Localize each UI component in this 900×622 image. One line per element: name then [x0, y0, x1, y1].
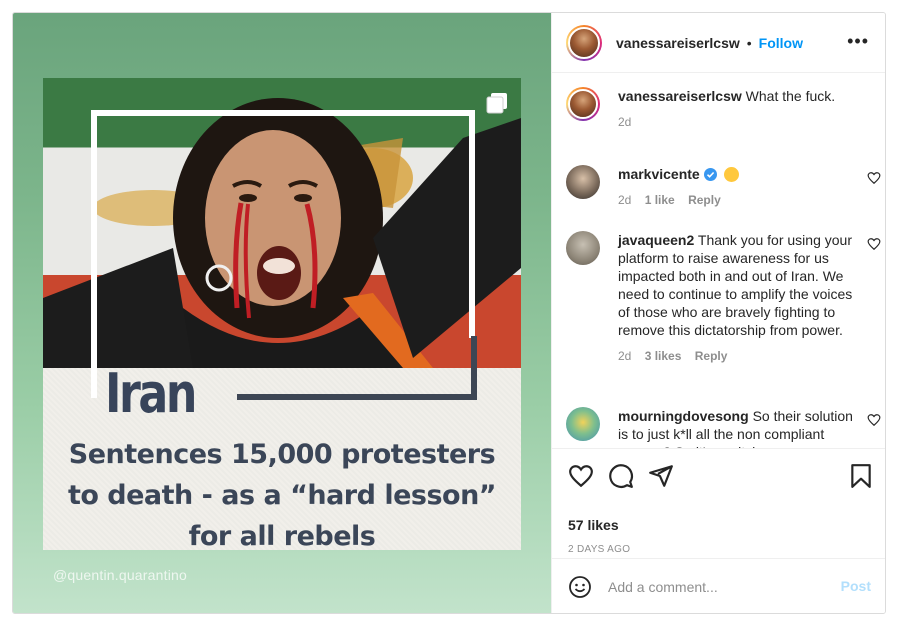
- post-modal: Iran Sentences 15,000 protesters to deat…: [12, 12, 886, 614]
- heart-icon[interactable]: [867, 171, 881, 185]
- follow-button[interactable]: Follow: [759, 35, 803, 51]
- comment-icon[interactable]: [608, 463, 634, 489]
- post-button[interactable]: Post: [841, 578, 871, 594]
- post-image: Iran Sentences 15,000 protesters to deat…: [43, 78, 521, 550]
- separator-dot: •: [746, 34, 752, 51]
- comment-likes[interactable]: 1 like: [645, 193, 675, 207]
- verified-icon: [703, 168, 717, 181]
- post-headline: Sentences 15,000 protesters to death - a…: [43, 434, 521, 550]
- white-frame-right: [469, 110, 475, 338]
- add-comment-bar: Post: [552, 558, 885, 613]
- post-actions: 57 likes 2 DAYS AGO: [552, 448, 885, 558]
- headline-line: to death - as a “hard lesson”: [67, 480, 497, 511]
- avatar[interactable]: [566, 24, 602, 61]
- avatar[interactable]: [566, 87, 600, 121]
- bookmark-icon[interactable]: [848, 463, 874, 489]
- avatar[interactable]: [566, 407, 600, 441]
- headline-tag: Iran: [105, 362, 197, 425]
- emoji-icon: [723, 167, 739, 182]
- heart-icon[interactable]: [867, 413, 881, 427]
- more-icon[interactable]: •••: [847, 32, 869, 50]
- post-timestamp[interactable]: 2 DAYS AGO: [568, 544, 630, 555]
- emoji-icon[interactable]: [568, 575, 592, 599]
- share-icon[interactable]: [648, 463, 674, 489]
- comment-time[interactable]: 2d: [618, 193, 631, 207]
- comment-username[interactable]: mourningdovesong: [618, 408, 749, 424]
- post-header: vanessareiserlcsw • Follow •••: [552, 13, 885, 73]
- comment-likes[interactable]: 3 likes: [645, 349, 682, 363]
- comment-text: What the fuck.: [745, 88, 836, 104]
- comment-username[interactable]: javaqueen2: [618, 232, 694, 248]
- multi-image-icon: [486, 93, 507, 114]
- reply-button[interactable]: Reply: [688, 193, 721, 207]
- photo-illustration: [43, 98, 521, 368]
- comment-username[interactable]: vanessareiserlcsw: [618, 88, 742, 104]
- protester-photo: [43, 78, 521, 368]
- comment-input[interactable]: [608, 575, 828, 599]
- headline-line: Sentences 15,000 protesters: [68, 439, 496, 470]
- comment-time[interactable]: 2d: [618, 115, 631, 129]
- heart-icon[interactable]: [867, 237, 881, 251]
- comments-list[interactable]: vanessareiserlcsw What the fuck. 2d mark…: [552, 73, 885, 448]
- post-sidebar: vanessareiserlcsw • Follow ••• vanessare…: [551, 13, 885, 613]
- watermark: @quentin.quarantino: [53, 567, 187, 583]
- dark-frame-vertical: [471, 336, 477, 400]
- dark-frame-horizontal: [237, 394, 477, 400]
- avatar[interactable]: [566, 231, 600, 265]
- likes-count[interactable]: 57 likes: [568, 517, 619, 533]
- post-media[interactable]: Iran Sentences 15,000 protesters to deat…: [13, 13, 551, 613]
- comment-username[interactable]: markvicente: [618, 166, 700, 182]
- avatar[interactable]: [566, 165, 600, 199]
- headline-line: for all rebels: [188, 521, 376, 550]
- comment-time[interactable]: 2d: [618, 349, 631, 363]
- author-username[interactable]: vanessareiserlcsw: [616, 35, 740, 51]
- heart-icon[interactable]: [568, 463, 594, 489]
- reply-button[interactable]: Reply: [695, 349, 728, 363]
